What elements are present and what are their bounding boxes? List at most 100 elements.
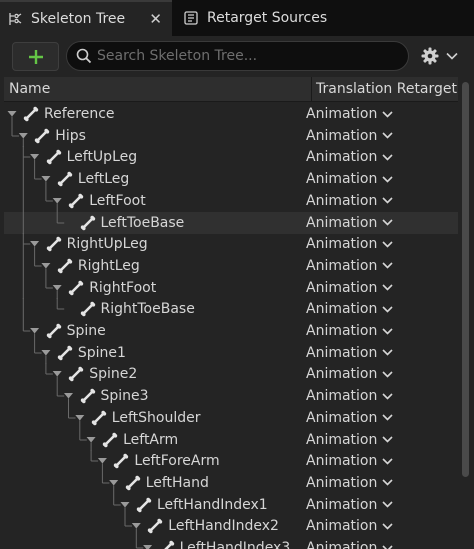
tree-row[interactable]: LeftHandIndex3 Animation [4,537,458,549]
tree-row[interactable]: Hips Animation [4,124,458,147]
translation-retargeting-dropdown[interactable]: Animation [306,256,393,276]
tree-row[interactable]: RightLeg Animation [4,254,458,277]
bone-label: LeftUpLeg [66,149,138,166]
translation-retargeting-dropdown[interactable]: Animation [306,495,393,515]
translation-retargeting-dropdown[interactable]: Animation [306,147,393,167]
bone-icon [35,128,50,143]
expand-arrow-icon[interactable] [143,545,153,549]
chevron-down-icon [382,219,393,226]
expand-arrow-icon[interactable] [75,414,85,421]
translation-retargeting-dropdown[interactable]: Animation [306,451,393,471]
retarget-sources-icon [183,10,199,26]
dropdown-value: Animation [306,388,378,405]
add-button[interactable] [12,42,59,71]
expand-arrow-icon[interactable] [18,132,28,139]
tree-row[interactable]: RightUpLeg Animation [4,233,458,256]
expand-arrow-icon[interactable] [30,328,40,334]
dropdown-value: Animation [306,301,378,318]
translation-retargeting-dropdown[interactable]: Animation [306,278,393,298]
dropdown-value: Animation [306,540,378,549]
toolbar [0,36,474,76]
tree-row[interactable]: LeftToeBase Animation [4,211,458,234]
tree-row[interactable]: LeftForeArm Animation [4,450,458,473]
chevron-down-icon [382,132,393,139]
translation-retargeting-dropdown[interactable]: Animation [306,126,393,146]
bone-label: Spine3 [100,388,149,405]
expand-arrow-icon[interactable] [52,284,62,291]
expand-arrow-icon[interactable] [30,241,40,247]
bone-icon [46,236,61,252]
column-header-name[interactable]: Name [9,77,304,101]
translation-retargeting-dropdown[interactable]: Animation [306,386,393,406]
gear-icon [421,47,439,65]
translation-retargeting-dropdown[interactable]: Animation [306,343,393,363]
expand-arrow-icon[interactable] [41,262,51,269]
tree-row[interactable]: Spine Animation [4,320,458,342]
bone-icon [163,540,174,549]
settings-button[interactable] [420,44,464,68]
expand-arrow-icon[interactable] [30,154,40,160]
bone-icon [80,388,95,404]
search-input[interactable] [97,45,397,67]
close-icon[interactable]: ✕ [149,10,162,28]
translation-retargeting-dropdown[interactable]: Animation [306,191,393,211]
dropdown-value: Animation [306,344,378,361]
tree-row[interactable]: LeftHandIndex2 Animation [4,515,458,538]
translation-retargeting-dropdown[interactable]: Animation [306,213,393,233]
translation-retargeting-dropdown[interactable]: Animation [306,104,393,124]
expand-arrow-icon[interactable] [64,393,73,399]
translation-retargeting-dropdown[interactable]: Animation [306,234,393,254]
tree-row[interactable]: LeftHand Animation [4,471,458,494]
bone-icon [125,475,140,491]
vertical-scrollbar[interactable] [462,82,469,477]
dropdown-value: Animation [306,214,378,231]
expand-arrow-icon[interactable] [7,111,17,117]
tree-row[interactable]: LeftUpLeg Animation [4,146,458,169]
translation-retargeting-dropdown[interactable]: Animation [306,408,393,428]
skeleton-tree-panel: Name Translation Retargeting Reference An… [0,76,474,549]
bone-label: LeftForeArm [134,453,220,470]
chevron-down-icon [382,501,393,508]
dropdown-value: Animation [306,149,378,166]
bone-icon [114,453,129,469]
bone-icon [57,171,73,187]
chevron-down-icon [382,458,393,465]
expand-arrow-icon[interactable] [86,436,96,443]
translation-retargeting-dropdown[interactable]: Animation [306,473,393,493]
tree-row[interactable]: Spine2 Animation [4,363,458,386]
expand-arrow-icon[interactable] [120,501,130,508]
expand-arrow-icon[interactable] [109,479,119,486]
tree-row[interactable]: Spine3 Animation [4,385,458,408]
tab-skeleton-tree[interactable]: Skeleton Tree ✕ [0,0,172,36]
expand-arrow-icon[interactable] [41,176,51,182]
bone-icon [46,323,61,339]
translation-retargeting-dropdown[interactable]: Animation [306,169,393,189]
translation-retargeting-dropdown[interactable]: Animation [306,516,393,536]
column-header-translation-retargeting[interactable]: Translation Retargeting [311,77,458,101]
translation-retargeting-dropdown[interactable]: Animation [306,538,393,549]
expand-arrow-icon[interactable] [97,458,107,464]
chevron-down-icon [382,393,393,400]
tree-row[interactable]: LeftFoot Animation [4,189,458,212]
search-box[interactable] [66,41,409,71]
tree-row[interactable]: Spine1 Animation [4,341,458,364]
translation-retargeting-dropdown[interactable]: Animation [306,430,393,450]
expand-arrow-icon[interactable] [41,349,51,356]
tree-row[interactable]: LeftLeg Animation [4,168,458,191]
translation-retargeting-dropdown[interactable]: Animation [306,321,393,341]
tree-row[interactable]: LeftShoulder Animation [4,406,458,429]
expand-arrow-icon[interactable] [52,371,62,377]
tab-retarget-sources[interactable]: Retarget Sources [176,0,356,36]
bone-icon [23,106,39,122]
translation-retargeting-dropdown[interactable]: Animation [306,364,393,384]
tree-row[interactable]: LeftHandIndex1 Animation [4,493,458,516]
expand-arrow-icon[interactable] [52,197,62,204]
expand-arrow-icon[interactable] [131,523,141,529]
tree-row[interactable]: LeftArm Animation [4,428,458,451]
chevron-down-icon [382,544,393,549]
tree-row[interactable]: Reference Animation [4,103,458,125]
bone-label: LeftToeBase [100,214,185,231]
translation-retargeting-dropdown[interactable]: Animation [306,299,393,319]
tree-row[interactable]: RightFoot Animation [4,276,458,299]
tree-row[interactable]: RightToeBase Animation [4,298,458,321]
